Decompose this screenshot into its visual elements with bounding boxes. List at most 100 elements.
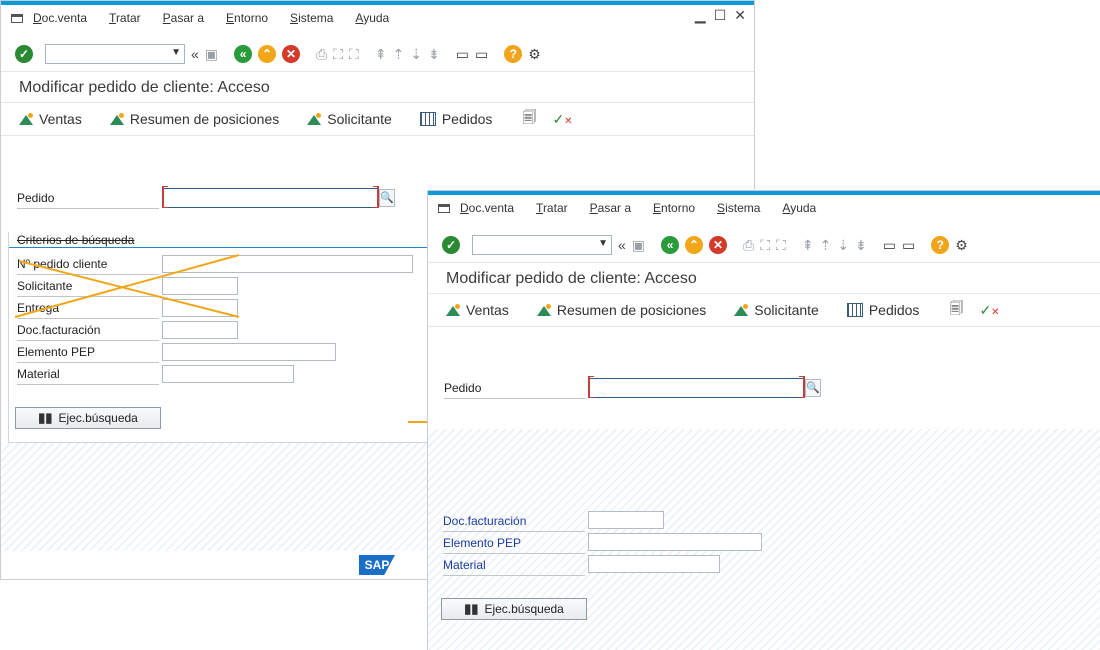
new-session-icon[interactable]: ▭ — [883, 237, 896, 254]
enter-icon[interactable]: ✓ — [15, 45, 33, 63]
back-icon[interactable]: « — [191, 46, 199, 62]
menu-ayuda[interactable]: Ayuda — [355, 11, 389, 25]
ejec-busqueda-button[interactable]: ▮▮ Ejec.búsqueda — [15, 407, 161, 429]
sap-logo: SAP — [359, 555, 395, 575]
mountain-icon — [109, 113, 124, 125]
group-title: Criterios de búsqueda — [17, 233, 135, 247]
material-input[interactable] — [588, 555, 720, 573]
search-help-icon[interactable]: 🔍 — [805, 379, 821, 397]
doc-facturacion-input[interactable] — [588, 511, 664, 529]
elemento-pep-input[interactable] — [588, 533, 762, 551]
field-label-elemento-pep: Elemento PEP — [443, 535, 585, 554]
pedido-input[interactable] — [162, 186, 379, 208]
exit-icon[interactable]: ⌃ — [685, 236, 704, 254]
chevron-down-icon: ▼ — [598, 238, 608, 249]
command-field[interactable]: ▼ — [45, 44, 185, 64]
green-back-icon[interactable]: « — [661, 236, 680, 254]
mountain-icon — [307, 113, 322, 125]
pedido-input[interactable] — [588, 376, 805, 398]
command-field[interactable]: ▼ — [472, 235, 612, 255]
first-page-icon[interactable]: ⇞ — [802, 237, 814, 254]
find-icon[interactable]: ⛶ — [333, 46, 343, 63]
minimize-icon[interactable]: ▁ — [695, 7, 706, 24]
menu-doc-venta[interactable]: Doc.venta — [33, 11, 87, 25]
find-next-icon[interactable]: ⛶ — [349, 46, 359, 63]
group-divider — [9, 247, 429, 248]
next-page-icon[interactable]: ⇣ — [410, 46, 422, 63]
search-help-icon[interactable]: 🔍 — [379, 189, 395, 207]
field-label-elemento-pep: Elemento PEP — [17, 344, 159, 363]
help-icon[interactable]: ? — [931, 236, 950, 254]
check-cancel-icon[interactable]: ✓✕ — [979, 302, 999, 319]
menu-tratar[interactable]: Tratar — [536, 201, 568, 215]
page-title: Modificar pedido de cliente: Acceso — [19, 79, 270, 96]
mountain-icon — [536, 304, 551, 316]
new-session-icon[interactable]: ▭ — [456, 46, 469, 63]
check-cancel-icon[interactable]: ✓✕ — [552, 111, 572, 128]
maximize-icon[interactable]: ☐ — [714, 7, 727, 24]
last-page-icon[interactable]: ⇟ — [428, 46, 440, 63]
green-back-icon[interactable]: « — [234, 45, 253, 63]
grid-icon — [846, 303, 863, 317]
close-icon[interactable]: ✕ — [734, 7, 746, 24]
field-label-material: Material — [17, 366, 159, 385]
settings-icon[interactable]: ⚙ — [528, 46, 541, 63]
print-icon[interactable]: ⎙ — [743, 237, 754, 254]
strike-cross — [14, 254, 240, 318]
application-toolbar: Ventas Resumen de posiciones Solicitante… — [428, 293, 1100, 327]
resumen-posiciones-button[interactable]: Resumen de posiciones — [536, 302, 706, 318]
cancel-icon[interactable]: ✕ — [282, 45, 301, 63]
menu-pasar-a[interactable]: Pasar a — [163, 11, 204, 25]
last-page-icon[interactable]: ⇟ — [855, 237, 867, 254]
find-next-icon[interactable]: ⛶ — [776, 237, 786, 254]
field-label-doc-facturacion: Doc.facturación — [443, 513, 585, 532]
menu-icon[interactable] — [11, 13, 23, 23]
shortcut-icon[interactable]: ▭ — [902, 237, 915, 254]
chevron-down-icon: ▼ — [171, 47, 181, 58]
menu-sistema[interactable]: Sistema — [717, 201, 760, 215]
shortcut-icon[interactable]: ▭ — [475, 46, 488, 63]
previous-page-icon[interactable]: ⇡ — [820, 237, 832, 254]
menu-tratar[interactable]: Tratar — [109, 11, 141, 25]
pedidos-button[interactable]: Pedidos — [846, 302, 919, 318]
exit-icon[interactable]: ⌃ — [258, 45, 277, 63]
document-icon[interactable]: 🗐 — [522, 107, 536, 131]
solicitante-button[interactable]: Solicitante — [307, 111, 392, 127]
ventas-button[interactable]: Ventas — [19, 111, 82, 127]
first-page-icon[interactable]: ⇞ — [375, 46, 387, 63]
enter-icon[interactable]: ✓ — [442, 236, 460, 254]
menu-ayuda[interactable]: Ayuda — [782, 201, 816, 215]
menu-sistema[interactable]: Sistema — [290, 11, 333, 25]
pedidos-button[interactable]: Pedidos — [419, 111, 492, 127]
document-icon[interactable]: 🗐 — [949, 298, 963, 322]
settings-icon[interactable]: ⚙ — [955, 237, 968, 254]
cancel-icon[interactable]: ✕ — [709, 236, 728, 254]
save-icon[interactable]: ▣ — [632, 237, 645, 254]
menu-entorno[interactable]: Entorno — [226, 11, 268, 25]
menu-doc-venta[interactable]: Doc.venta — [460, 201, 514, 215]
mountain-icon — [446, 304, 460, 316]
mountain-icon — [734, 304, 749, 316]
next-page-icon[interactable]: ⇣ — [837, 237, 849, 254]
resumen-posiciones-button[interactable]: Resumen de posiciones — [109, 111, 279, 127]
previous-page-icon[interactable]: ⇡ — [393, 46, 405, 63]
menu-bar: Doc.venta Tratar Pasar a Entorno Sistema… — [1, 5, 754, 31]
binoculars-icon: ▮▮ — [464, 601, 479, 616]
solicitante-button[interactable]: Solicitante — [734, 302, 819, 318]
find-icon[interactable]: ⛶ — [760, 237, 770, 254]
binoculars-icon: ▮▮ — [38, 410, 53, 425]
menu-pasar-a[interactable]: Pasar a — [590, 201, 631, 215]
ejec-busqueda-button[interactable]: ▮▮ Ejec.búsqueda — [441, 598, 587, 620]
back-icon[interactable]: « — [618, 237, 626, 253]
right-window: Doc.venta Tratar Pasar a Entorno Sistema… — [427, 190, 1100, 650]
print-icon[interactable]: ⎙ — [316, 46, 327, 63]
page-title: Modificar pedido de cliente: Acceso — [446, 270, 697, 287]
material-input[interactable] — [162, 365, 294, 383]
save-icon[interactable]: ▣ — [205, 46, 218, 63]
ventas-button[interactable]: Ventas — [446, 302, 509, 318]
standard-toolbar: ✓ ▼ « ▣ « ⌃ ✕ ⎙ ⛶ ⛶ ⇞ ⇡ ⇣ ⇟ ▭ ▭ ? ⚙ — [428, 228, 1100, 263]
help-icon[interactable]: ? — [504, 45, 523, 63]
elemento-pep-input[interactable] — [162, 343, 336, 361]
menu-icon[interactable] — [438, 203, 450, 213]
menu-entorno[interactable]: Entorno — [653, 201, 695, 215]
